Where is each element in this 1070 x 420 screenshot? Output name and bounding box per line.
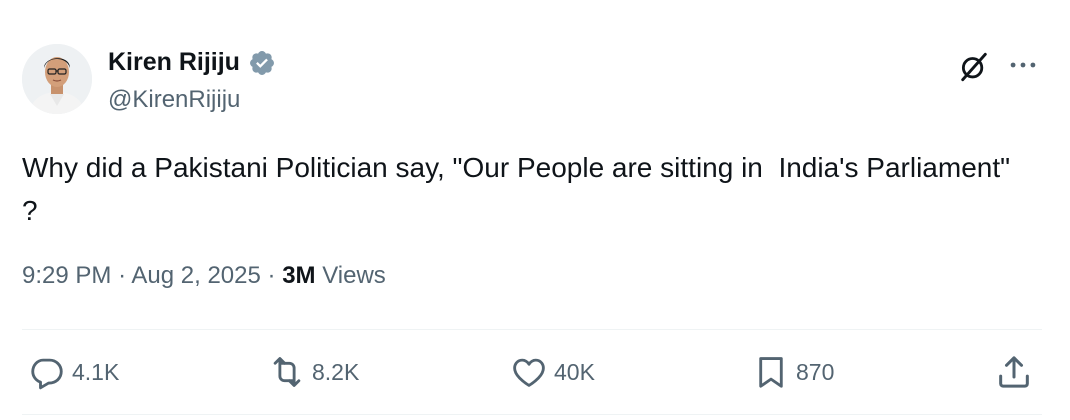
tweet-date[interactable]: Aug 2, 2025 [131,262,260,289]
like-button[interactable]: 40K [510,352,595,392]
bookmark-count: 870 [796,358,835,385]
bookmark-icon [759,357,783,388]
meta-separator: · [118,262,127,289]
tweet-text: Why did a Pakistani Politician say, "Our… [22,152,1018,226]
author-name-row[interactable]: Kiren Rijiju [108,48,276,77]
reply-count: 4.1K [72,358,120,385]
repost-count: 8.2K [312,358,360,385]
avatar[interactable] [22,44,92,114]
views-label[interactable]: Views [322,262,386,289]
reply-icon [31,358,63,390]
grok-icon[interactable] [957,50,991,84]
repost-button[interactable]: 8.2K [268,352,359,392]
views-count[interactable]: 3M [282,262,315,289]
divider [22,329,1042,330]
like-icon [513,358,545,387]
tweet-meta: 9:29 PM · Aug 2, 2025 · 3M Views [22,262,386,290]
bookmark-button[interactable]: 870 [752,352,834,392]
meta-separator: · [267,262,276,289]
like-count: 40K [554,358,595,385]
repost-icon [273,357,301,387]
avatar-photo [22,44,92,114]
author-name[interactable]: Kiren Rijiju [108,48,240,77]
divider [22,414,1042,415]
tweet-time[interactable]: 9:29 PM [22,262,111,289]
reply-button[interactable]: 4.1K [28,352,119,392]
verified-badge-icon[interactable] [248,49,276,77]
more-icon[interactable] [1006,48,1040,82]
author-handle[interactable]: @KirenRijiju [108,86,240,114]
share-icon[interactable] [994,352,1034,392]
